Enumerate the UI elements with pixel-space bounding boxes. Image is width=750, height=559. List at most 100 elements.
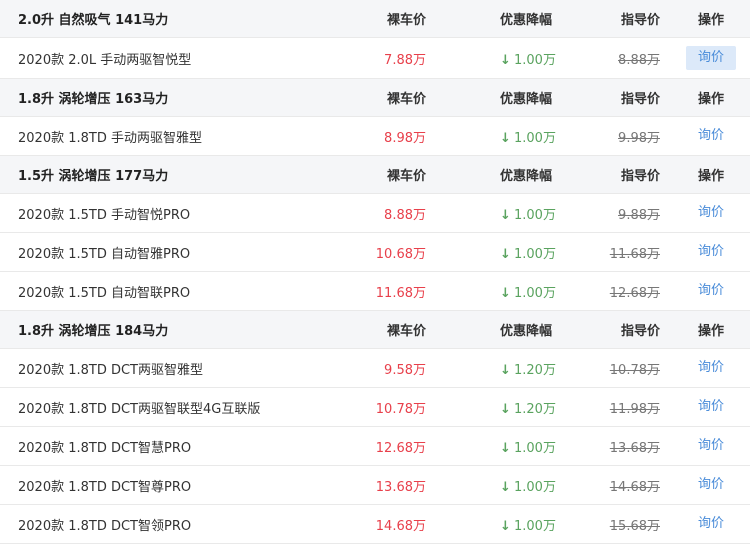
model-name: 2020款 1.8TD DCT智领PRO bbox=[18, 518, 192, 534]
group-header: 1.8升 涡轮增压 163马力 裸车价 优惠降幅 指导价 操作 bbox=[0, 79, 750, 117]
operation-cell: 询价 bbox=[686, 279, 736, 303]
guide-price: 9.98万 bbox=[618, 130, 660, 146]
bare-car-price: 8.88万 bbox=[384, 207, 426, 223]
bare-car-price: 10.78万 bbox=[375, 401, 426, 417]
down-arrow-icon: ↓ bbox=[500, 518, 511, 534]
discount: ↓ 1.00万 bbox=[500, 243, 556, 262]
model-row: 2020款 1.5TD 手动智悦PRO 8.88万 ↓ 1.00万 9.88万 询价 bbox=[0, 194, 750, 233]
discount-value: 1.20万 bbox=[514, 401, 556, 417]
operation-cell: 询价 bbox=[686, 356, 736, 380]
inquiry-button[interactable]: 询价 bbox=[686, 434, 736, 458]
column-header-discount: 优惠降幅 bbox=[500, 13, 553, 28]
model-name: 2020款 2.0L 手动两驱智悦型 bbox=[18, 52, 192, 68]
down-arrow-icon: ↓ bbox=[500, 52, 511, 68]
group-header: 1.5升 涡轮增压 177马力 裸车价 优惠降幅 指导价 操作 bbox=[0, 156, 750, 194]
discount: ↓ 1.20万 bbox=[500, 359, 556, 378]
column-header-price: 裸车价 bbox=[386, 13, 426, 28]
column-header-discount: 优惠降幅 bbox=[500, 92, 553, 107]
bare-car-price: 11.68万 bbox=[375, 285, 426, 301]
guide-price: 13.68万 bbox=[609, 440, 660, 456]
discount-value: 1.00万 bbox=[514, 246, 556, 262]
model-row: 2020款 1.5TD 自动智雅PRO 10.68万 ↓ 1.00万 11.68万 询价 bbox=[0, 233, 750, 272]
discount: ↓ 1.00万 bbox=[500, 515, 556, 534]
guide-price: 8.88万 bbox=[618, 52, 660, 68]
model-name: 2020款 1.8TD DCT智慧PRO bbox=[18, 440, 192, 456]
model-row: 2020款 1.8TD DCT两驱智雅型 9.58万 ↓ 1.20万 10.78万 询价 bbox=[0, 349, 750, 388]
model-name: 2020款 1.8TD DCT智尊PRO bbox=[18, 479, 192, 495]
discount: ↓ 1.20万 bbox=[500, 398, 556, 417]
discount-value: 1.00万 bbox=[514, 130, 556, 146]
discount-value: 1.00万 bbox=[514, 440, 556, 456]
column-header-price: 裸车价 bbox=[386, 324, 426, 339]
model-row: 2020款 1.8TD DCT智尊PRO 13.68万 ↓ 1.00万 14.68万 询价 bbox=[0, 466, 750, 505]
model-row: 2020款 1.5TD 自动智联PRO 11.68万 ↓ 1.00万 12.68万 询价 bbox=[0, 272, 750, 311]
column-header-discount: 优惠降幅 bbox=[500, 324, 553, 339]
price-table: 2.0升 自然吸气 141马力 裸车价 优惠降幅 指导价 操作 2020款 2.0L 手动… bbox=[0, 0, 750, 544]
inquiry-button[interactable]: 询价 bbox=[686, 356, 736, 380]
inquiry-button[interactable]: 询价 bbox=[686, 512, 736, 536]
down-arrow-icon: ↓ bbox=[500, 207, 511, 223]
down-arrow-icon: ↓ bbox=[500, 479, 511, 495]
down-arrow-icon: ↓ bbox=[500, 285, 511, 301]
model-row: 2020款 1.8TD DCT两驱智联型4G互联版 10.78万 ↓ 1.20万 11.… bbox=[0, 388, 750, 427]
model-row: 2020款 2.0L 手动两驱智悦型 7.88万 ↓ 1.00万 8.88万 询价 bbox=[0, 38, 750, 79]
column-header-operation: 操作 bbox=[697, 169, 724, 184]
bare-car-price: 8.98万 bbox=[384, 130, 426, 146]
bare-car-price: 7.88万 bbox=[384, 52, 426, 68]
down-arrow-icon: ↓ bbox=[500, 362, 511, 378]
inquiry-button[interactable]: 询价 bbox=[686, 124, 736, 148]
operation-cell: 询价 bbox=[686, 240, 736, 264]
inquiry-button[interactable]: 询价 bbox=[686, 473, 736, 497]
down-arrow-icon: ↓ bbox=[500, 130, 511, 146]
column-header-price: 裸车价 bbox=[386, 92, 426, 107]
operation-cell: 询价 bbox=[686, 473, 736, 497]
column-header-guide-price: 指导价 bbox=[620, 169, 660, 184]
engine-spec-title: 2.0升 自然吸气 141马力 bbox=[18, 13, 169, 28]
discount-value: 1.20万 bbox=[514, 362, 556, 378]
bare-car-price: 13.68万 bbox=[375, 479, 426, 495]
operation-cell: 询价 bbox=[686, 46, 736, 70]
discount-value: 1.00万 bbox=[514, 518, 556, 534]
discount-value: 1.00万 bbox=[514, 207, 556, 223]
engine-spec-title: 1.8升 涡轮增压 163马力 bbox=[18, 92, 169, 107]
inquiry-button[interactable]: 询价 bbox=[686, 240, 736, 264]
column-header-discount: 优惠降幅 bbox=[500, 169, 553, 184]
inquiry-button[interactable]: 询价 bbox=[686, 201, 736, 225]
discount: ↓ 1.00万 bbox=[500, 204, 556, 223]
group-header: 1.8升 涡轮增压 184马力 裸车价 优惠降幅 指导价 操作 bbox=[0, 311, 750, 349]
operation-cell: 询价 bbox=[686, 201, 736, 225]
model-name: 2020款 1.5TD 手动智悦PRO bbox=[18, 207, 191, 223]
discount-value: 1.00万 bbox=[514, 52, 556, 68]
bare-car-price: 10.68万 bbox=[375, 246, 426, 262]
guide-price: 11.68万 bbox=[609, 246, 660, 262]
down-arrow-icon: ↓ bbox=[500, 401, 511, 417]
inquiry-button[interactable]: 询价 bbox=[686, 395, 736, 419]
model-name: 2020款 1.5TD 自动智雅PRO bbox=[18, 246, 191, 262]
engine-spec-title: 1.5升 涡轮增压 177马力 bbox=[18, 169, 169, 184]
operation-cell: 询价 bbox=[686, 395, 736, 419]
model-name: 2020款 1.8TD 手动两驱智雅型 bbox=[18, 130, 202, 146]
column-header-guide-price: 指导价 bbox=[620, 324, 660, 339]
inquiry-button[interactable]: 询价 bbox=[686, 46, 736, 70]
column-header-guide-price: 指导价 bbox=[620, 92, 660, 107]
discount: ↓ 1.00万 bbox=[500, 476, 556, 495]
operation-cell: 询价 bbox=[686, 434, 736, 458]
bare-car-price: 9.58万 bbox=[384, 362, 426, 378]
discount: ↓ 1.00万 bbox=[500, 437, 556, 456]
discount-value: 1.00万 bbox=[514, 285, 556, 301]
down-arrow-icon: ↓ bbox=[500, 246, 511, 262]
guide-price: 14.68万 bbox=[609, 479, 660, 495]
group-header: 2.0升 自然吸气 141马力 裸车价 优惠降幅 指导价 操作 bbox=[0, 0, 750, 38]
column-header-guide-price: 指导价 bbox=[620, 13, 660, 28]
model-row: 2020款 1.8TD DCT智慧PRO 12.68万 ↓ 1.00万 13.68万 询价 bbox=[0, 427, 750, 466]
bare-car-price: 12.68万 bbox=[375, 440, 426, 456]
engine-spec-title: 1.8升 涡轮增压 184马力 bbox=[18, 324, 169, 339]
discount: ↓ 1.00万 bbox=[500, 127, 556, 146]
discount: ↓ 1.00万 bbox=[500, 282, 556, 301]
down-arrow-icon: ↓ bbox=[500, 440, 511, 456]
discount-value: 1.00万 bbox=[514, 479, 556, 495]
inquiry-button[interactable]: 询价 bbox=[686, 279, 736, 303]
column-header-operation: 操作 bbox=[697, 13, 724, 28]
model-name: 2020款 1.8TD DCT两驱智雅型 bbox=[18, 362, 204, 378]
model-row: 2020款 1.8TD 手动两驱智雅型 8.98万 ↓ 1.00万 9.98万 询价 bbox=[0, 117, 750, 156]
